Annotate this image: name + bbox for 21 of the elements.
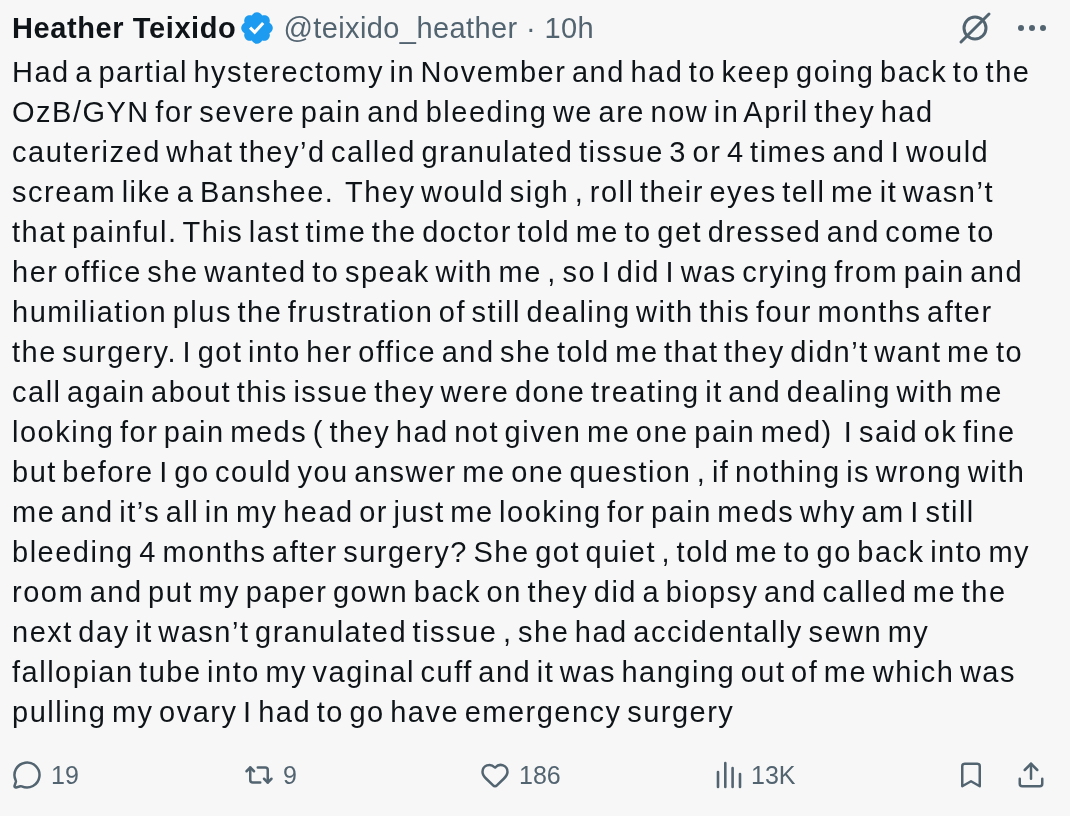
reply-count: 19 [51, 760, 79, 790]
reply-icon [12, 760, 42, 790]
author-handle[interactable]: @teixido_heather [283, 11, 518, 45]
views-button[interactable]: 13K [716, 760, 956, 790]
more-icon [1018, 25, 1046, 31]
repost-count: 9 [283, 760, 297, 790]
author-name[interactable]: Heather Teixido [12, 11, 237, 45]
views-count: 13K [751, 760, 796, 790]
like-count: 186 [519, 760, 561, 790]
like-button[interactable]: 186 [480, 760, 716, 790]
reply-button[interactable]: 19 [12, 760, 244, 790]
share-icon [1016, 760, 1046, 790]
post-time[interactable]: 10h [544, 11, 595, 45]
share-button[interactable] [1016, 760, 1046, 790]
bar-chart-icon [716, 761, 742, 789]
slashed-circle-icon [958, 11, 992, 45]
more-button[interactable] [1018, 25, 1046, 31]
grok-button[interactable] [958, 11, 992, 45]
post-text: Had a partial hysterectomy in November and had to keep going back to the OzB/GYN for severe pain and bleeding we are now in April they had cauterized what they’d called granulated tissue 3 or 4 times and I would scream like a Banshee. They would sigh , roll their eyes tell me it wasn’t that painful. This last time the doctor told me to get dressed and come to her office she wanted to speak with me , so I did I was crying from pain and humiliation plus the frustration of still dealing with this four months after the surgery. I got into her office and she told me that they didn’t want me to call again about this issue they were done treating it and dealing with me looking for pain meds ( they had not given me one pain med) I said ok fine but before I go could you answer me one question , if nothing is wrong with me and it’s all in my head or just me looking for pain meds why am I still bleeding 4 months after surgery? She got quiet , told me to go back into my room and put my paper gown back on they did a biopsy and called me the next day it wasn’t granulated tissue , she had accidentally sewn my fallopian tube into my vaginal cuff and it was hanging out of me which was pulling my ovary I had to go have emergency surgery [12, 55, 1032, 730]
separator-dot: · [525, 11, 538, 45]
repost-button[interactable]: 9 [244, 760, 480, 790]
